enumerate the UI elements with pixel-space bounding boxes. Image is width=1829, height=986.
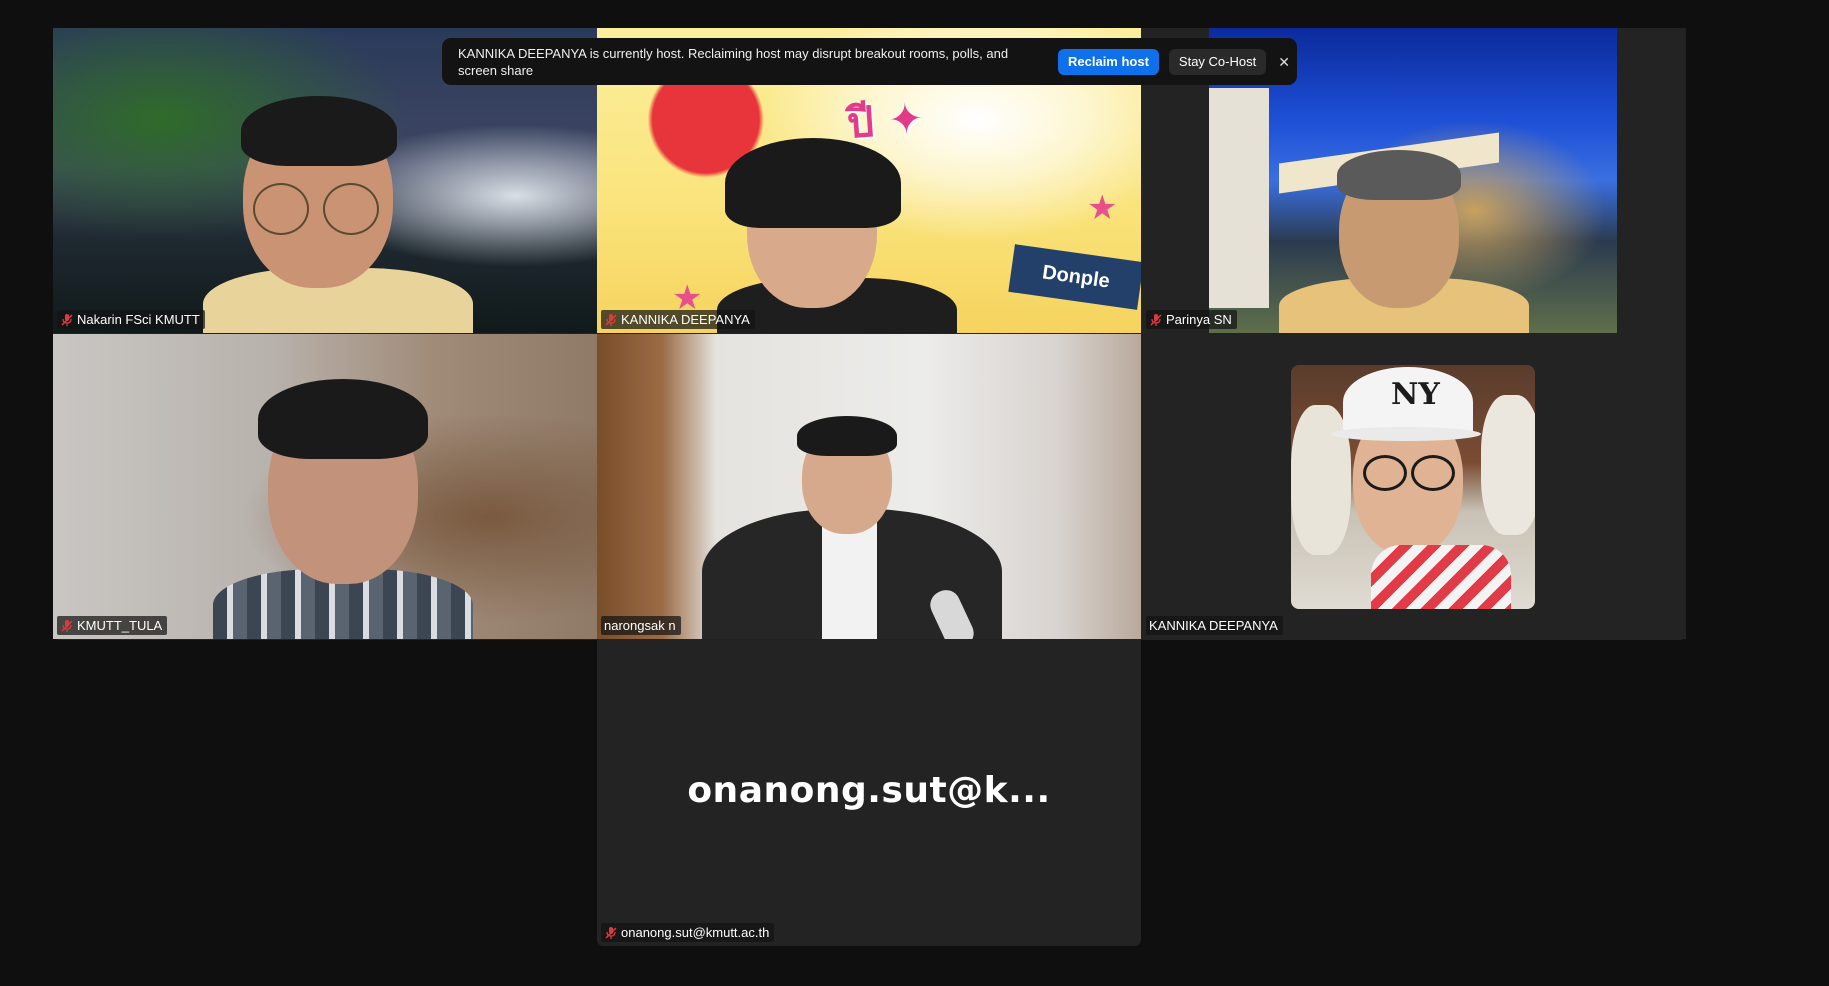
participant-name: narongsak n	[604, 618, 676, 633]
participant-name: Nakarin FSci KMUTT	[77, 312, 200, 327]
participant-name-tag: onanong.sut@kmutt.ac.th	[601, 923, 775, 942]
participant-video	[597, 334, 1141, 639]
host-notification-banner: KANNIKA DEEPANYA is currently host. Recl…	[442, 38, 1297, 85]
participant-name-tag: KMUTT_TULA	[57, 616, 168, 635]
close-icon[interactable]: ✕	[1278, 52, 1290, 72]
video-tile-kmutt-tula[interactable]: KMUTT_TULA	[53, 334, 597, 639]
profile-picture: NY	[1291, 365, 1535, 609]
cap-logo: NY	[1391, 377, 1440, 412]
participant-video	[53, 334, 597, 639]
video-tile-onanong[interactable]: onanong.sut@k... onanong.sut@kmutt.ac.th	[597, 640, 1141, 946]
meeting-gallery-view: Nakarin FSci KMUTT ปี ✦ ★ ★ Donple KANNI…	[0, 0, 1829, 986]
video-tile-kannika-avatar[interactable]: NY KANNIKA DEEPANYA	[1142, 334, 1686, 639]
participant-name-tag: KANNIKA DEEPANYA	[1146, 616, 1283, 635]
participant-name-tag: KANNIKA DEEPANYA	[601, 310, 755, 329]
striped-shirt	[1371, 545, 1511, 609]
background-sign: Donple	[1008, 244, 1141, 310]
mic-muted-icon	[604, 926, 618, 940]
mic-muted-icon	[60, 619, 74, 633]
participant-name-tag: Nakarin FSci KMUTT	[57, 310, 205, 329]
stay-co-host-button[interactable]: Stay Co-Host	[1168, 48, 1267, 75]
participant-display-name: onanong.sut@k...	[687, 770, 1051, 811]
star-decoration-icon: ★	[1087, 189, 1118, 227]
mic-muted-icon	[1149, 313, 1163, 327]
participant-name-tag: Parinya SN	[1146, 310, 1237, 329]
participant-name: KANNIKA DEEPANYA	[621, 312, 750, 327]
participant-name: KMUTT_TULA	[77, 618, 163, 633]
participant-name-tag: narongsak n	[601, 616, 681, 635]
mic-muted-icon	[60, 313, 74, 327]
mic-muted-icon	[604, 313, 618, 327]
reclaim-host-button[interactable]: Reclaim host	[1058, 48, 1159, 75]
participant-name: KANNIKA DEEPANYA	[1149, 618, 1278, 633]
participant-name: onanong.sut@kmutt.ac.th	[621, 925, 770, 940]
video-tile-narongsak-active-speaker[interactable]: narongsak n	[597, 334, 1141, 639]
banner-message: KANNIKA DEEPANYA is currently host. Recl…	[458, 45, 1009, 78]
participant-name: Parinya SN	[1166, 312, 1232, 327]
